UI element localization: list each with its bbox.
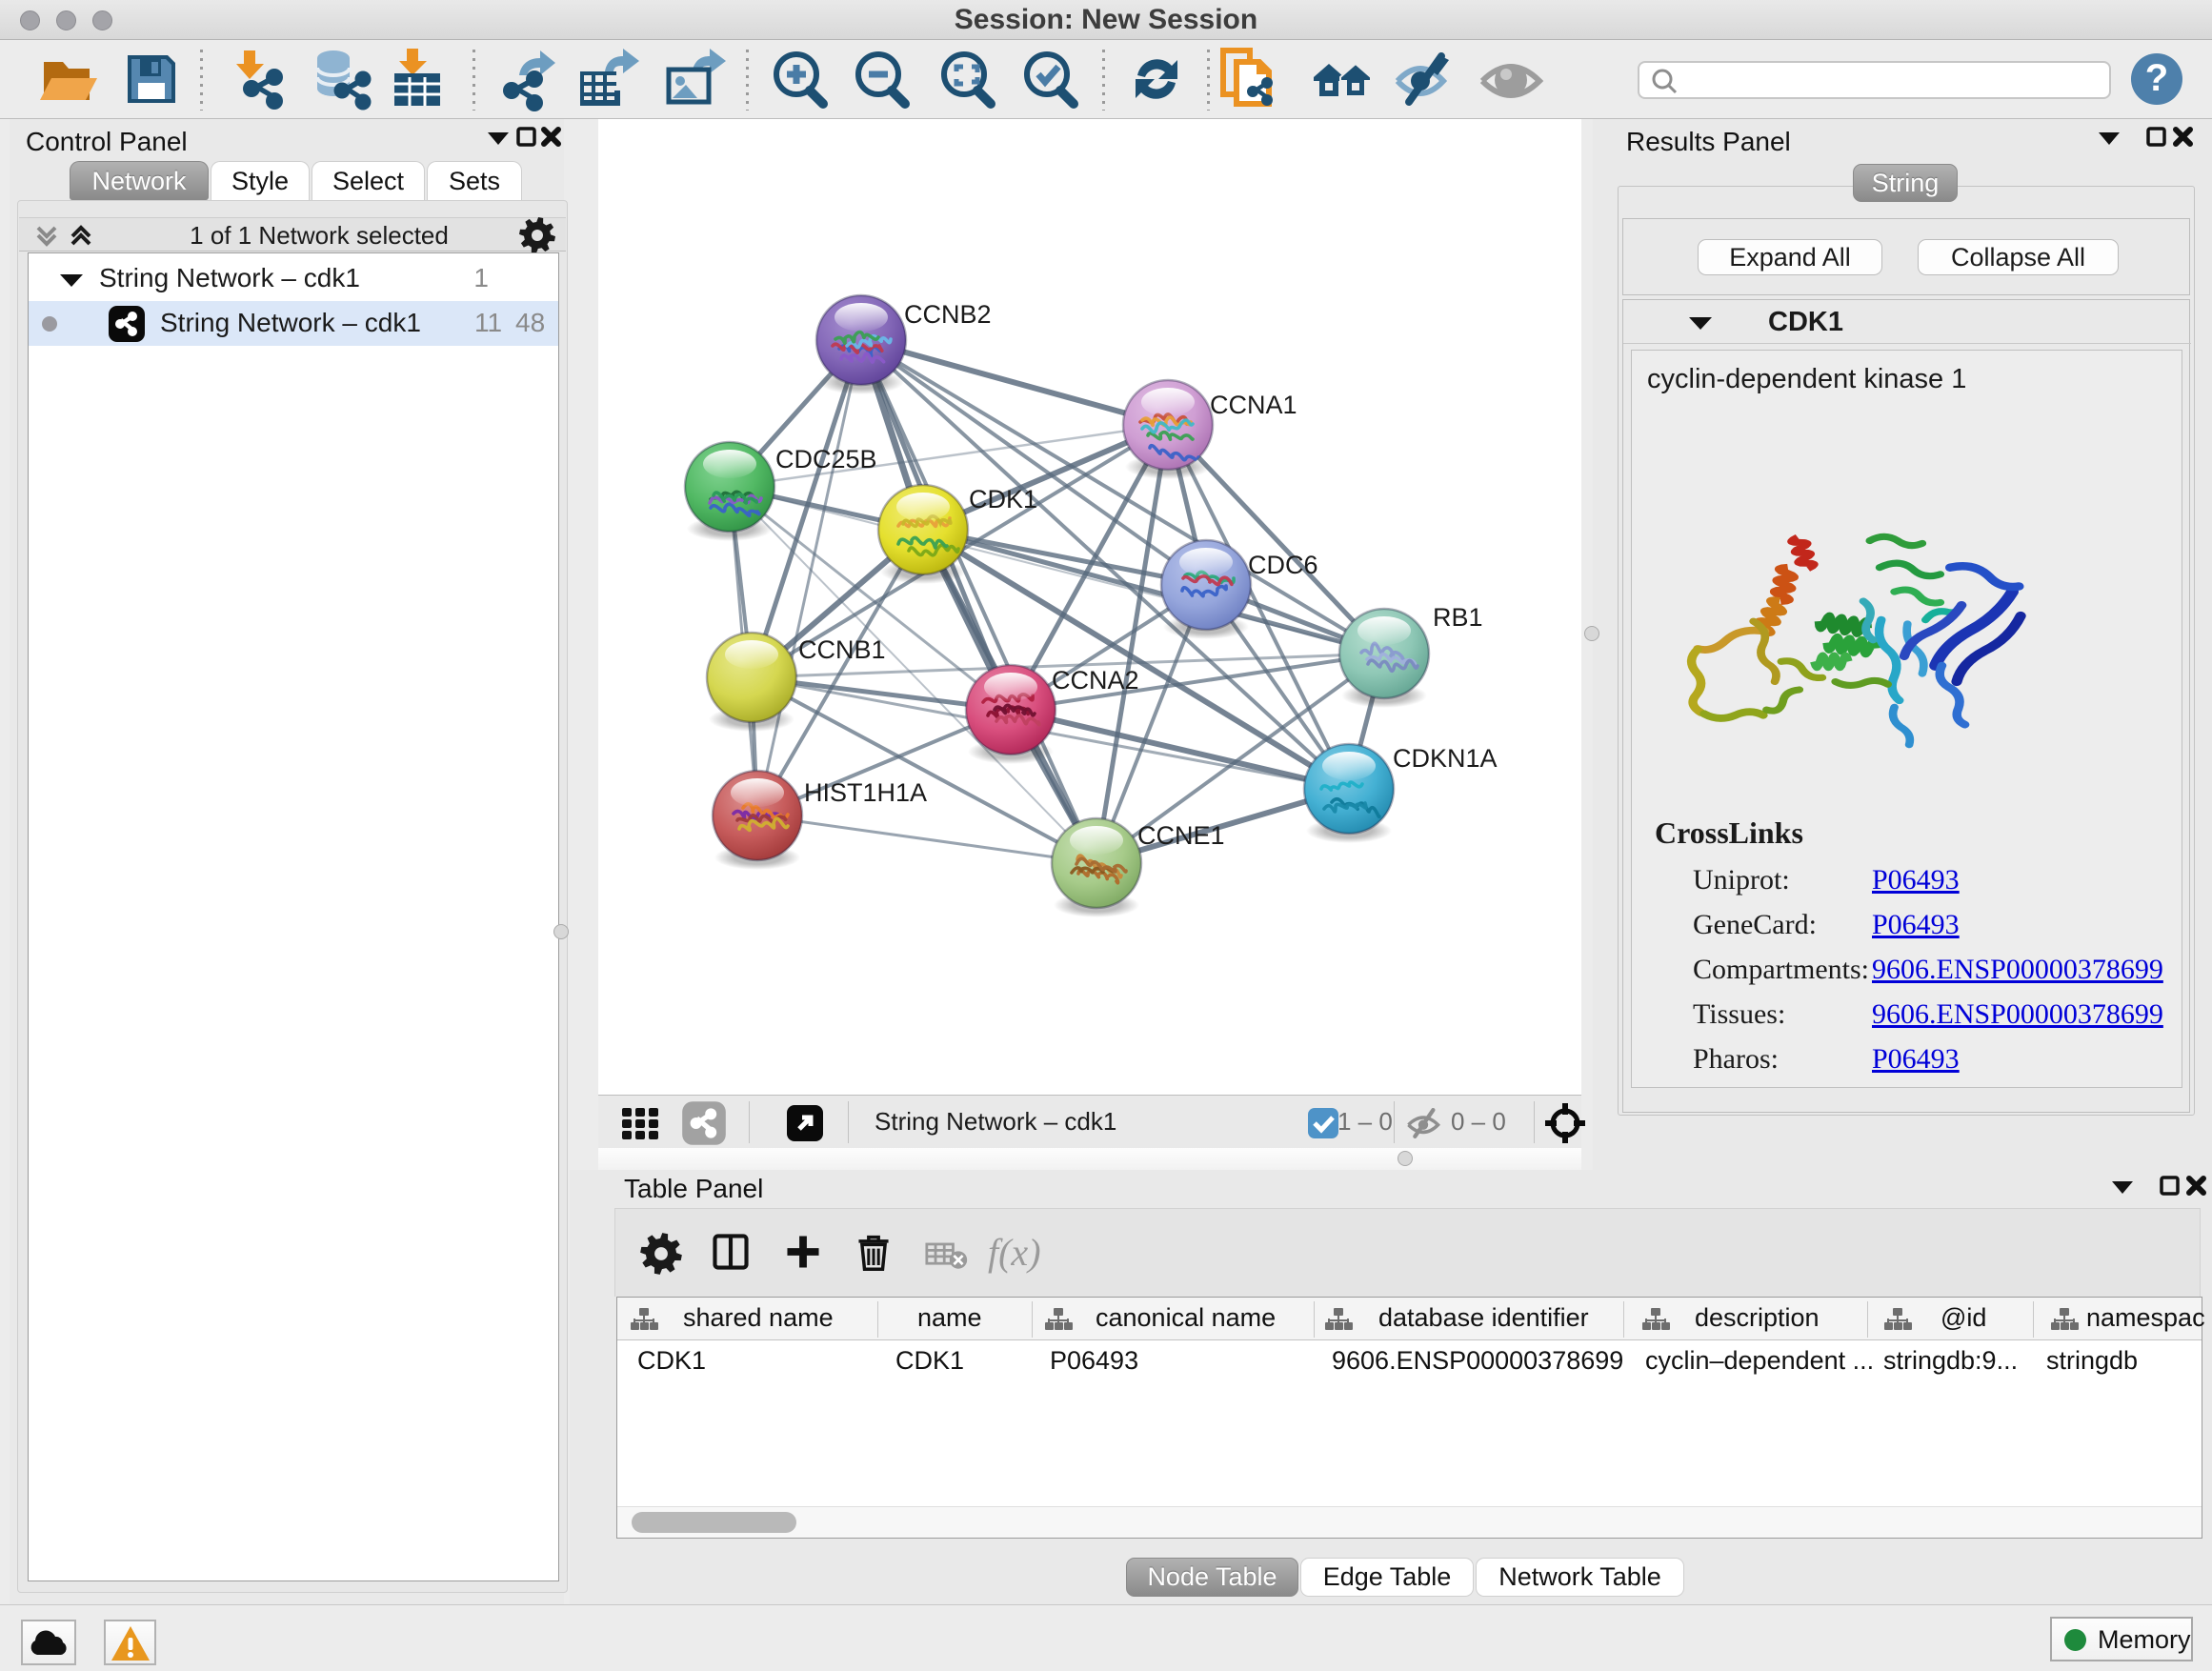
svg-text:CCNB2: CCNB2: [904, 300, 992, 329]
svg-text:CCNB1: CCNB1: [798, 635, 886, 664]
svg-text:CDK1: CDK1: [969, 485, 1037, 513]
svg-text:CDC25B: CDC25B: [775, 445, 877, 473]
svg-text:RB1: RB1: [1433, 603, 1483, 632]
svg-text:CCNA1: CCNA1: [1210, 391, 1297, 419]
svg-text:CDKN1A: CDKN1A: [1393, 744, 1498, 773]
svg-text:CCNE1: CCNE1: [1137, 821, 1225, 850]
svg-text:CDC6: CDC6: [1248, 551, 1318, 579]
svg-text:CCNA2: CCNA2: [1052, 666, 1139, 695]
svg-text:HIST1H1A: HIST1H1A: [804, 778, 927, 807]
